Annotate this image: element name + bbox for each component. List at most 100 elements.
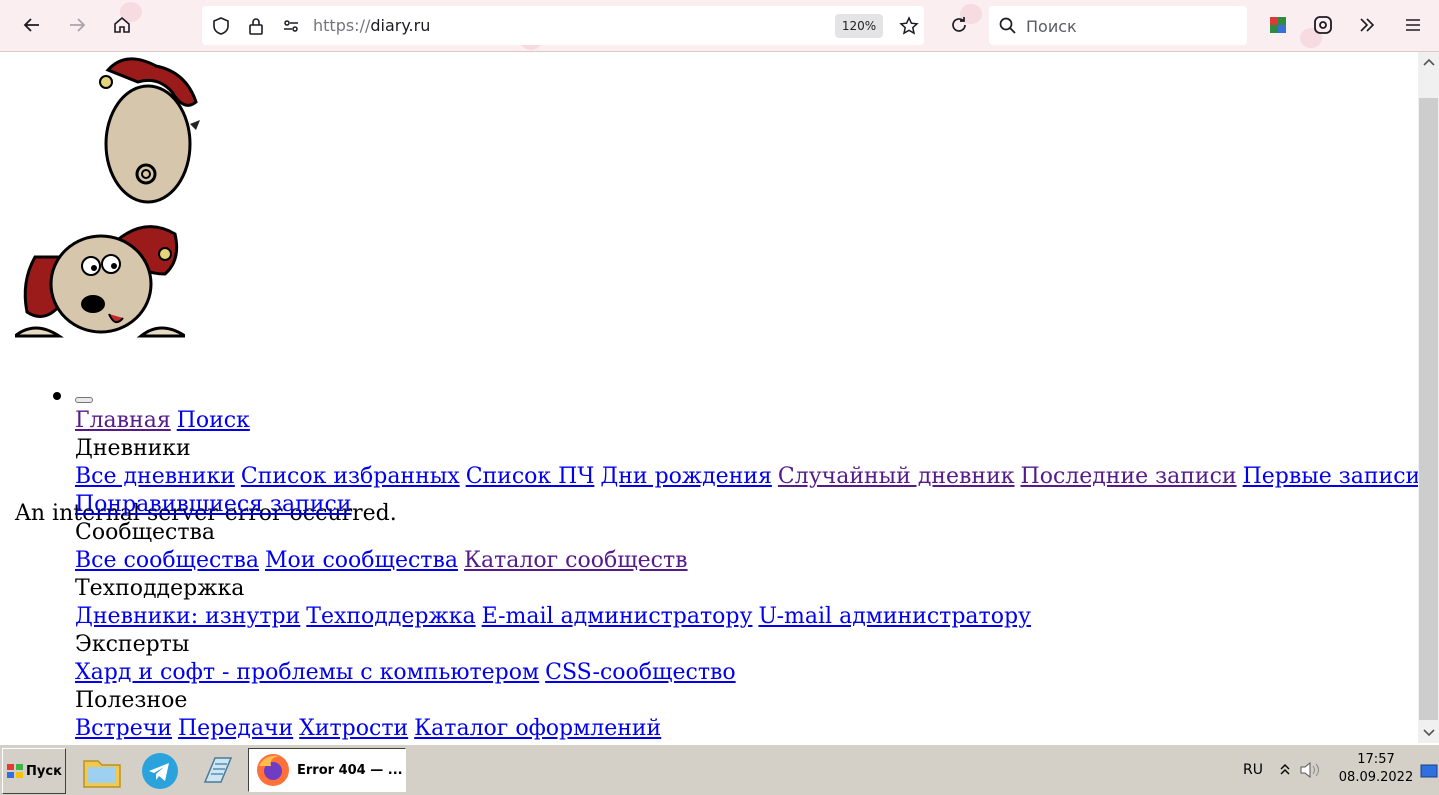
extension-icon xyxy=(1270,17,1286,33)
search-icon xyxy=(999,17,1016,34)
link-designs-catalog[interactable]: Каталог оформлений xyxy=(414,716,661,741)
tracking-protection-button[interactable] xyxy=(206,11,236,41)
url-host: diary.ru xyxy=(370,16,431,35)
overflow-menu-button[interactable] xyxy=(1352,10,1382,40)
bookmark-button[interactable] xyxy=(894,11,924,41)
folder-icon xyxy=(83,760,121,788)
reload-button[interactable] xyxy=(944,10,974,40)
quicklaunch-telegram[interactable] xyxy=(140,751,180,791)
scroll-down-button[interactable] xyxy=(1418,723,1439,743)
volume-icon[interactable] xyxy=(1299,760,1323,780)
section-title-communities: Сообщества xyxy=(75,520,216,545)
menu-toggle-button[interactable] xyxy=(75,397,93,403)
section-title-diaries: Дневники xyxy=(75,436,191,461)
reload-icon xyxy=(952,17,966,32)
link-hard-soft[interactable]: Хард и софт - проблемы с компьютером xyxy=(75,660,539,685)
tray-clock[interactable]: 17:57 08.09.2022 xyxy=(1330,751,1422,787)
site-info-button[interactable] xyxy=(241,11,271,41)
link-pch-list[interactable]: Список ПЧ xyxy=(466,464,595,489)
link-latest-posts[interactable]: Последние записи xyxy=(1021,464,1237,489)
scroll-up-button[interactable] xyxy=(1418,52,1439,72)
back-arrow-icon xyxy=(23,18,39,32)
forward-arrow-icon xyxy=(70,18,86,32)
star-icon xyxy=(899,16,919,35)
app-menu-button[interactable] xyxy=(1398,10,1428,40)
zoom-level-button[interactable]: 120% xyxy=(835,14,883,38)
link-liked-posts[interactable]: Понравившиеся записи xyxy=(75,492,351,517)
address-bar[interactable]: https://diary.ru 120% xyxy=(202,6,924,45)
section-title-experts: Эксперты xyxy=(75,632,190,657)
shield-icon xyxy=(213,17,229,35)
start-button[interactable]: Пуск xyxy=(2,748,66,794)
dog-back-image xyxy=(99,57,200,204)
show-desktop-icon[interactable] xyxy=(1420,764,1438,778)
forward-button[interactable] xyxy=(62,10,92,40)
search-placeholder: Поиск xyxy=(1026,17,1077,36)
section-title-support: Техподдержка xyxy=(75,576,245,601)
clock-time: 17:57 xyxy=(1357,752,1395,767)
permissions-icon xyxy=(284,20,298,32)
quicklaunch-explorer[interactable] xyxy=(82,751,122,791)
hamburger-icon xyxy=(1406,19,1420,31)
back-button[interactable] xyxy=(17,10,47,40)
link-favorites-list[interactable]: Список избранных xyxy=(241,464,460,489)
link-glavnaya[interactable]: Главная xyxy=(75,408,171,433)
permissions-button[interactable] xyxy=(276,11,306,41)
firefox-icon xyxy=(257,754,289,786)
link-all-communities[interactable]: Все сообщества xyxy=(75,548,259,573)
link-poisk[interactable]: Поиск xyxy=(177,408,250,433)
section-links-useful: Встречи Передачи Хитрости Каталог оформлени… xyxy=(75,715,1418,743)
browser-toolbar: https://diary.ru 120% Поиск xyxy=(0,0,1439,52)
task-title: Error 404 — ... xyxy=(297,762,403,778)
link-transfers[interactable]: Передачи xyxy=(178,716,293,741)
link-all-diaries[interactable]: Все дневники xyxy=(75,464,235,489)
section-links-diaries: Все дневники Список избранных Список ПЧ Дни… xyxy=(75,463,1418,491)
extension-button[interactable] xyxy=(1263,10,1293,40)
taskbar-firefox-task[interactable]: Error 404 — ... xyxy=(248,748,406,792)
dog-front-image xyxy=(15,225,185,338)
keyboard-language[interactable]: RU xyxy=(1243,762,1263,778)
home-icon xyxy=(114,16,130,33)
link-random-diary[interactable]: Случайный дневник xyxy=(778,464,1015,489)
account-icon xyxy=(1314,16,1332,34)
link-tricks[interactable]: Хитрости xyxy=(299,716,408,741)
section-links-experts: Хард и софт - проблемы с компьютером CSS-… xyxy=(75,659,1418,687)
chevron-down-icon xyxy=(1422,729,1435,737)
link-css-community[interactable]: CSS-сообщество xyxy=(545,660,735,685)
section-links-support: Дневники: изнутри Техподдержка E-mail адми… xyxy=(75,603,1418,631)
link-community-catalog[interactable]: Каталог сообществ xyxy=(464,548,688,573)
chevron-up-icon xyxy=(1422,58,1435,66)
tray-expand-icon[interactable] xyxy=(1280,763,1290,775)
section-title-useful: Полезное xyxy=(75,688,188,713)
section-links-communities: Все сообщества Мои сообщества Каталог сооб… xyxy=(75,547,1418,575)
link-first-posts[interactable]: Первые записи xyxy=(1243,464,1418,489)
page-content: An internal server error occurred. Главн… xyxy=(0,52,1418,743)
scrollbar-thumb[interactable] xyxy=(1419,98,1438,720)
link-meetings[interactable]: Встречи xyxy=(75,716,172,741)
link-diaries-inside[interactable]: Дневники: изнутри xyxy=(75,604,300,629)
taskbar: Пуск Error 404 — ... RU 17:57 08.09.2022 xyxy=(0,744,1439,795)
start-label: Пуск xyxy=(26,763,62,779)
quicklaunch-notepad[interactable] xyxy=(198,751,238,791)
windows-logo-icon xyxy=(7,764,24,778)
account-button[interactable] xyxy=(1308,10,1338,40)
lock-icon xyxy=(249,18,263,35)
link-support[interactable]: Техподдержка xyxy=(306,604,475,629)
url-scheme: https:// xyxy=(313,16,371,35)
list-bullet xyxy=(53,392,61,400)
search-bar[interactable]: Поиск xyxy=(989,6,1247,45)
link-birthdays[interactable]: Дни рождения xyxy=(600,464,772,489)
home-button[interactable] xyxy=(107,10,137,40)
link-umail-admin[interactable]: U-mail администратору xyxy=(758,604,1031,629)
link-email-admin[interactable]: E-mail администратору xyxy=(482,604,753,629)
url-text[interactable]: https://diary.ru xyxy=(313,16,430,35)
link-my-communities[interactable]: Мои сообщества xyxy=(265,548,458,573)
site-menu: Главная Поиск Дневники Все дневники Список… xyxy=(53,380,1418,743)
section-links-diaries-cont: Понравившиеся записи xyxy=(75,491,1418,519)
menu-main-links: Главная Поиск xyxy=(75,407,1418,435)
vertical-scrollbar[interactable] xyxy=(1418,52,1439,743)
double-chevron-icon xyxy=(1360,18,1375,32)
notepad-icon xyxy=(203,757,233,783)
telegram-icon xyxy=(142,753,178,789)
clock-date: 08.09.2022 xyxy=(1338,770,1414,785)
